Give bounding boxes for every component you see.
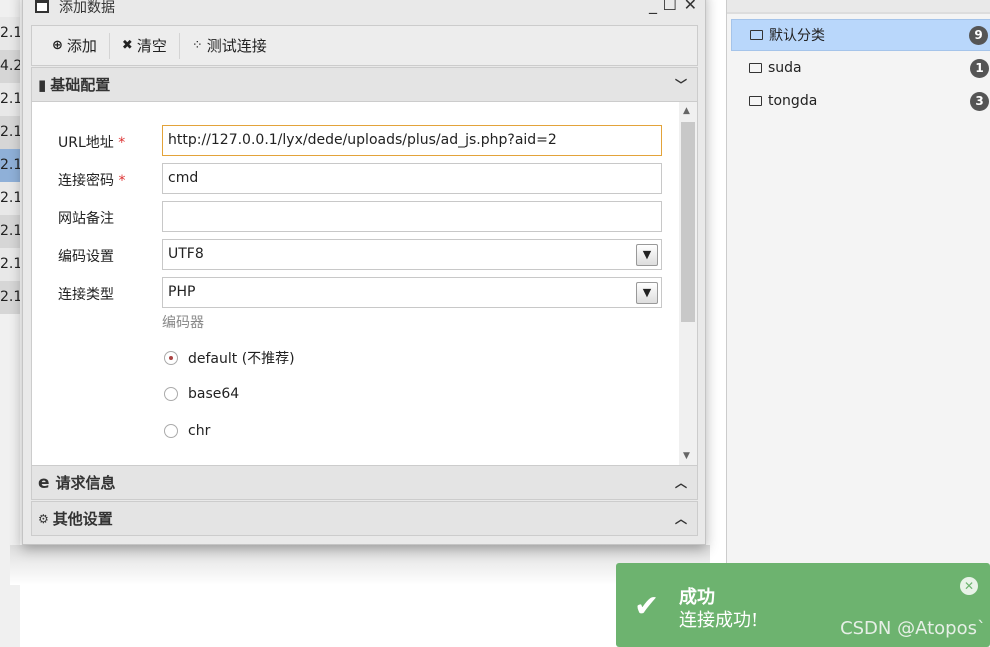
url-input[interactable]: http://127.0.0.1/lyx/dede/uploads/plus/a…	[162, 125, 662, 156]
success-toast: ✔ 成功 连接成功! ✕ CSDN @Atopos`	[616, 563, 990, 647]
list-row[interactable]: 2.1	[0, 281, 20, 314]
category-name: 默认分类	[769, 28, 825, 44]
password-row: 连接密码 * cmd	[32, 163, 672, 195]
clear-label: 清空	[136, 37, 167, 55]
folder-icon	[749, 96, 762, 106]
note-label: 网站备注	[58, 211, 114, 227]
chevron-up-icon: ︿	[674, 512, 687, 526]
maximize-button[interactable]: ☐	[663, 0, 677, 14]
toast-close-icon[interactable]: ✕	[960, 577, 978, 595]
basic-config-form: URL地址 * http://127.0.0.1/lyx/dede/upload…	[31, 102, 698, 465]
dialog-titlebar[interactable]: 添加数据 _ ☐ ✕	[23, 0, 705, 21]
checkmark-icon: ✔	[634, 589, 660, 624]
section-request-info[interactable]: e 请求信息 ︿	[31, 465, 698, 500]
list-row[interactable]: 2.1	[0, 17, 20, 50]
encoding-label: 编码设置	[58, 249, 114, 265]
count-badge: 3	[970, 91, 989, 111]
plus-circle-icon: ⊕	[52, 38, 63, 53]
category-panel: 默认分类 9 suda 1 tongda 3	[726, 0, 990, 647]
section-title: 基础配置	[50, 76, 111, 94]
type-row: 连接类型 PHP ▼	[32, 277, 672, 309]
minimize-button[interactable]: _	[649, 0, 657, 14]
category-item-suda[interactable]: suda 1	[731, 52, 990, 84]
spinner-icon: ⁘	[191, 38, 203, 53]
dialog-title: 添加数据	[59, 0, 115, 16]
scrollbar[interactable]: ▲ ▼	[679, 102, 697, 465]
dialog-shadow	[10, 545, 710, 585]
password-input[interactable]: cmd	[162, 163, 662, 194]
scrollbar-thumb[interactable]	[681, 122, 695, 322]
category-name: tongda	[768, 93, 818, 109]
list-row[interactable]: 2.1	[0, 248, 20, 281]
encoder-radio-base64[interactable]: base64	[164, 386, 239, 402]
count-badge: 1	[970, 58, 989, 78]
encoding-row: 编码设置 UTF8 ▼	[32, 239, 672, 271]
toast-message: 连接成功!	[679, 610, 759, 631]
chevron-down-icon: ﹀	[674, 78, 687, 92]
window-icon	[35, 0, 49, 13]
note-input[interactable]	[162, 201, 662, 232]
x-icon: ✖	[121, 38, 133, 53]
category-item-tongda[interactable]: tongda 3	[731, 85, 990, 117]
test-connection-button[interactable]: ⁘ 测试连接	[180, 33, 279, 59]
type-select[interactable]: PHP ▼	[162, 277, 662, 308]
list-row[interactable]: 2.1	[0, 215, 20, 248]
type-label: 连接类型	[58, 287, 114, 303]
document-icon: ▮	[38, 75, 47, 94]
list-row[interactable]: 4.2	[0, 50, 20, 83]
list-row[interactable]: 2.1	[0, 182, 20, 215]
section-title: 其他设置	[52, 510, 113, 528]
url-label: URL地址 *	[58, 135, 126, 151]
encoding-select[interactable]: UTF8 ▼	[162, 239, 662, 270]
encoder-radio-chr[interactable]: chr	[164, 423, 210, 439]
chevron-down-icon[interactable]: ▼	[636, 244, 658, 266]
section-other-settings[interactable]: ⚙ 其他设置 ︿	[31, 501, 698, 536]
encoder-radio-default[interactable]: default (不推荐)	[164, 348, 295, 368]
section-basic-config[interactable]: ▮ 基础配置 ﹀	[31, 67, 698, 102]
close-button[interactable]: ✕	[684, 0, 697, 14]
list-row-selected[interactable]: 2.1	[0, 149, 20, 182]
test-label: 测试连接	[206, 37, 267, 55]
chevron-up-icon: ︿	[674, 476, 687, 490]
clear-button[interactable]: ✖ 清空	[110, 32, 180, 59]
password-label: 连接密码 *	[58, 173, 126, 189]
url-row: URL地址 * http://127.0.0.1/lyx/dede/upload…	[32, 125, 672, 157]
list-row[interactable]: 2.1	[0, 116, 20, 149]
category-toolbar	[727, 0, 990, 14]
watermark: CSDN @Atopos`	[840, 618, 986, 639]
ie-icon: e	[38, 472, 50, 493]
category-name: suda	[768, 60, 802, 76]
section-title: 请求信息	[55, 474, 116, 492]
list-row[interactable]: 2.1	[0, 83, 20, 116]
scroll-up-icon[interactable]: ▲	[683, 106, 690, 116]
folder-icon	[750, 30, 763, 40]
chevron-down-icon[interactable]: ▼	[636, 282, 658, 304]
encoder-label: 编码器	[162, 315, 204, 331]
folder-icon	[749, 63, 762, 73]
count-badge: 9	[969, 25, 988, 45]
add-label: 添加	[66, 37, 97, 55]
scroll-down-icon[interactable]: ▼	[683, 451, 690, 461]
add-data-dialog: 添加数据 _ ☐ ✕ ⊕ 添加 ✖ 清空 ⁘ 测试连接 ▮ 基础配置 ﹀ URL地址 …	[22, 0, 706, 545]
add-button[interactable]: ⊕ 添加	[40, 32, 110, 59]
gears-icon: ⚙	[38, 511, 49, 526]
category-item-default[interactable]: 默认分类 9	[731, 19, 990, 51]
dialog-toolbar: ⊕ 添加 ✖ 清空 ⁘ 测试连接	[31, 25, 698, 66]
note-row: 网站备注	[32, 201, 672, 233]
